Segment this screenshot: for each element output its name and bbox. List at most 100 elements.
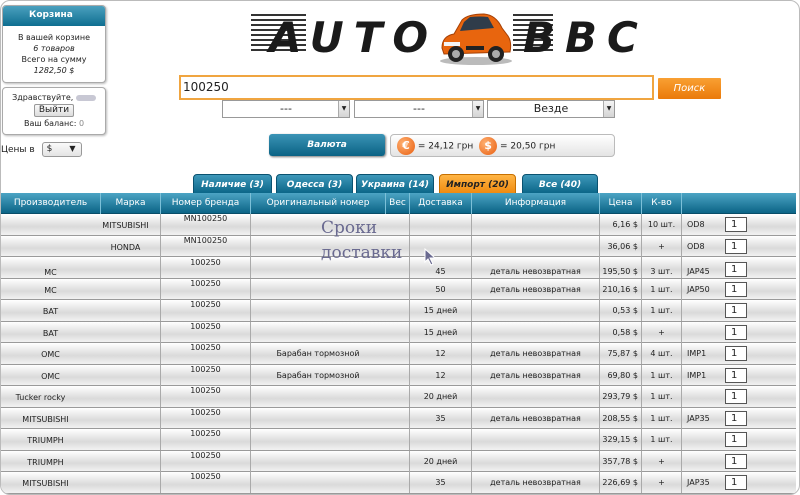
quantity-input[interactable]: 1 <box>725 432 747 447</box>
cart-title[interactable]: Корзина <box>3 6 105 26</box>
cell-stock: + <box>658 241 665 251</box>
page: Корзина В вашей корзине 6 товаров Всего … <box>0 0 800 495</box>
filter-dropdown-location-value: Везде <box>533 102 569 115</box>
quantity-input[interactable]: 1 <box>725 262 747 277</box>
cell-stock: 4 шт. <box>650 349 673 358</box>
col-header-delivery[interactable]: Доставка <box>410 193 472 214</box>
logout-button[interactable]: Выйти <box>34 104 74 117</box>
cell-info-col: деталь невозвратная <box>472 472 600 493</box>
table-row[interactable]: OMC 100250 Барабан тормозной 12 деталь н… <box>1 364 796 386</box>
cell-delivery: 12 <box>435 370 446 380</box>
table-row[interactable]: Tucker rocky 100250 20 дней 293,79 $ 1 ш… <box>1 386 796 408</box>
search-input[interactable]: 100250 <box>179 75 654 100</box>
cell-delivery-col: 35 <box>410 472 472 493</box>
cell-info: деталь невозвратная <box>490 284 581 294</box>
table-row[interactable]: TRIUMPH 100250 20 дней 357,78 $ + 1 <box>1 450 796 472</box>
cell-price: 6,16 $ <box>612 220 638 229</box>
table-row[interactable]: BAT 100250 15 дней 0,53 $ 1 шт. 1 <box>1 300 796 322</box>
cell-delivery-col <box>410 235 472 257</box>
table-row[interactable]: OMC 100250 Барабан тормозной 12 деталь н… <box>1 343 796 365</box>
col-header-weight[interactable]: Вес <box>386 193 410 214</box>
delivery-tooltip: Сроки доставки <box>321 216 402 266</box>
col-header-maker[interactable]: Производитель <box>1 193 101 214</box>
cell-delivery-col: 15 дней <box>410 321 472 343</box>
quantity-input[interactable]: 1 <box>725 324 747 340</box>
site-logo[interactable]: AUTO BBC <box>251 6 638 68</box>
quantity-input[interactable]: 1 <box>725 238 747 254</box>
quantity-input[interactable]: 1 <box>725 217 747 232</box>
cell-stock-col: + <box>642 235 682 257</box>
cell-price-col: 0,53 $ <box>600 300 642 321</box>
price-currency-select[interactable]: $ ▼ <box>41 142 82 157</box>
quantity-input[interactable]: 1 <box>725 346 747 361</box>
filter-dropdown-1-value: --- <box>280 102 292 115</box>
cell-price: 293,79 $ <box>602 392 638 401</box>
cell-brand-number: 100250 <box>190 300 221 309</box>
table-row[interactable]: MITSUBISHI 100250 35 деталь невозвратная… <box>1 407 796 429</box>
cell-number-col: MN100250 <box>161 235 251 257</box>
filter-dropdown-2[interactable]: --- ▼ <box>354 100 484 118</box>
cell-number-col: 100250 <box>161 321 251 343</box>
cell-price-col: 226,69 $ <box>600 472 642 493</box>
cell-stock-col: 4 шт. <box>642 343 682 364</box>
search-button[interactable]: Поиск <box>658 78 721 99</box>
euro-rate: = 24,12 грн <box>417 141 474 152</box>
cart-items-count[interactable]: 6 товаров <box>3 43 105 54</box>
col-header-price[interactable]: Цена <box>600 193 642 214</box>
cell-info-col <box>472 300 600 321</box>
quantity-input[interactable]: 1 <box>725 475 747 490</box>
quantity-input[interactable]: 1 <box>725 303 747 318</box>
results-table-header: Производитель Марка Номер бренда Оригина… <box>1 193 796 214</box>
cell-delivery: 15 дней <box>423 327 458 337</box>
cell-stock: 1 шт. <box>650 392 673 401</box>
greeting-text: Здравствуйте, <box>12 93 74 102</box>
cell-price-col: 36,06 $ <box>600 235 642 257</box>
filter-dropdown-1[interactable]: --- ▼ <box>222 100 350 118</box>
cell-stock: 10 шт. <box>647 220 676 229</box>
quantity-input[interactable]: 1 <box>725 367 747 383</box>
table-row[interactable]: MC 100250 50 деталь невозвратная 210,16 … <box>1 278 796 300</box>
tab-odessa[interactable]: Одесса (3) <box>276 174 353 194</box>
quantity-input[interactable]: 1 <box>725 281 747 297</box>
cell-stock: 3 шт. <box>650 267 673 276</box>
cell-stock-col: + <box>642 472 682 493</box>
cell-info: деталь невозвратная <box>490 349 581 358</box>
cell-info-col: деталь невозвратная <box>472 407 600 429</box>
cell-price-col: 195,50 $ <box>600 257 642 278</box>
cell-number-col: 100250 <box>161 257 251 278</box>
quantity-input[interactable]: 1 <box>725 389 747 404</box>
cell-maker-brand: TRIUMPH <box>1 429 161 450</box>
cell-number-col: 100250 <box>161 278 251 300</box>
cell-delivery-col: 45 <box>410 257 472 278</box>
col-header-info[interactable]: Информация <box>472 193 600 214</box>
table-row[interactable]: MITSUBISHI 100250 35 деталь невозвратная… <box>1 472 796 494</box>
cell-number-col: 100250 <box>161 450 251 472</box>
col-header-quantity[interactable]: К-во <box>642 193 682 214</box>
cell-maker: BAT <box>42 307 59 316</box>
cell-maker-brand: BAT <box>1 321 161 343</box>
quantity-input[interactable]: 1 <box>725 453 747 469</box>
col-header-brand[interactable]: Марка <box>101 193 161 214</box>
cell-info: деталь невозвратная <box>490 413 581 423</box>
cell-maker-brand: MITSUBISHI <box>1 472 161 493</box>
currency-button[interactable]: Валюта <box>269 134 385 156</box>
quantity-input[interactable]: 1 <box>725 410 747 426</box>
cell-number-col: 100250 <box>161 407 251 429</box>
tab-all[interactable]: Все (40) <box>522 174 598 194</box>
cell-delivery: 35 <box>435 413 446 423</box>
table-row[interactable]: BAT 100250 15 дней 0,58 $ + 1 <box>1 321 796 343</box>
col-header-original-number[interactable]: Оригинальный номер <box>251 193 386 214</box>
cell-maker-brand: MC <box>1 257 161 278</box>
tab-ukraine[interactable]: Украина (14) <box>356 174 434 194</box>
col-header-brand-number[interactable]: Номер бренда <box>161 193 251 214</box>
tab-stock[interactable]: Наличие (3) <box>193 174 272 194</box>
cell-price: 195,50 $ <box>602 267 638 276</box>
cell-info-col <box>472 429 600 450</box>
table-row[interactable]: TRIUMPH 100250 329,15 $ 1 шт. 1 <box>1 429 796 451</box>
filter-dropdown-location[interactable]: Везде ▼ <box>487 100 615 118</box>
cell-stock-col: 1 шт. <box>642 407 682 429</box>
tab-import[interactable]: Импорт (20) <box>439 174 516 194</box>
cell-maker: Tucker rocky <box>15 393 66 402</box>
cell-orig-col: Барабан тормозной <box>251 343 410 364</box>
cart-line-1: В вашей корзине <box>17 33 91 42</box>
